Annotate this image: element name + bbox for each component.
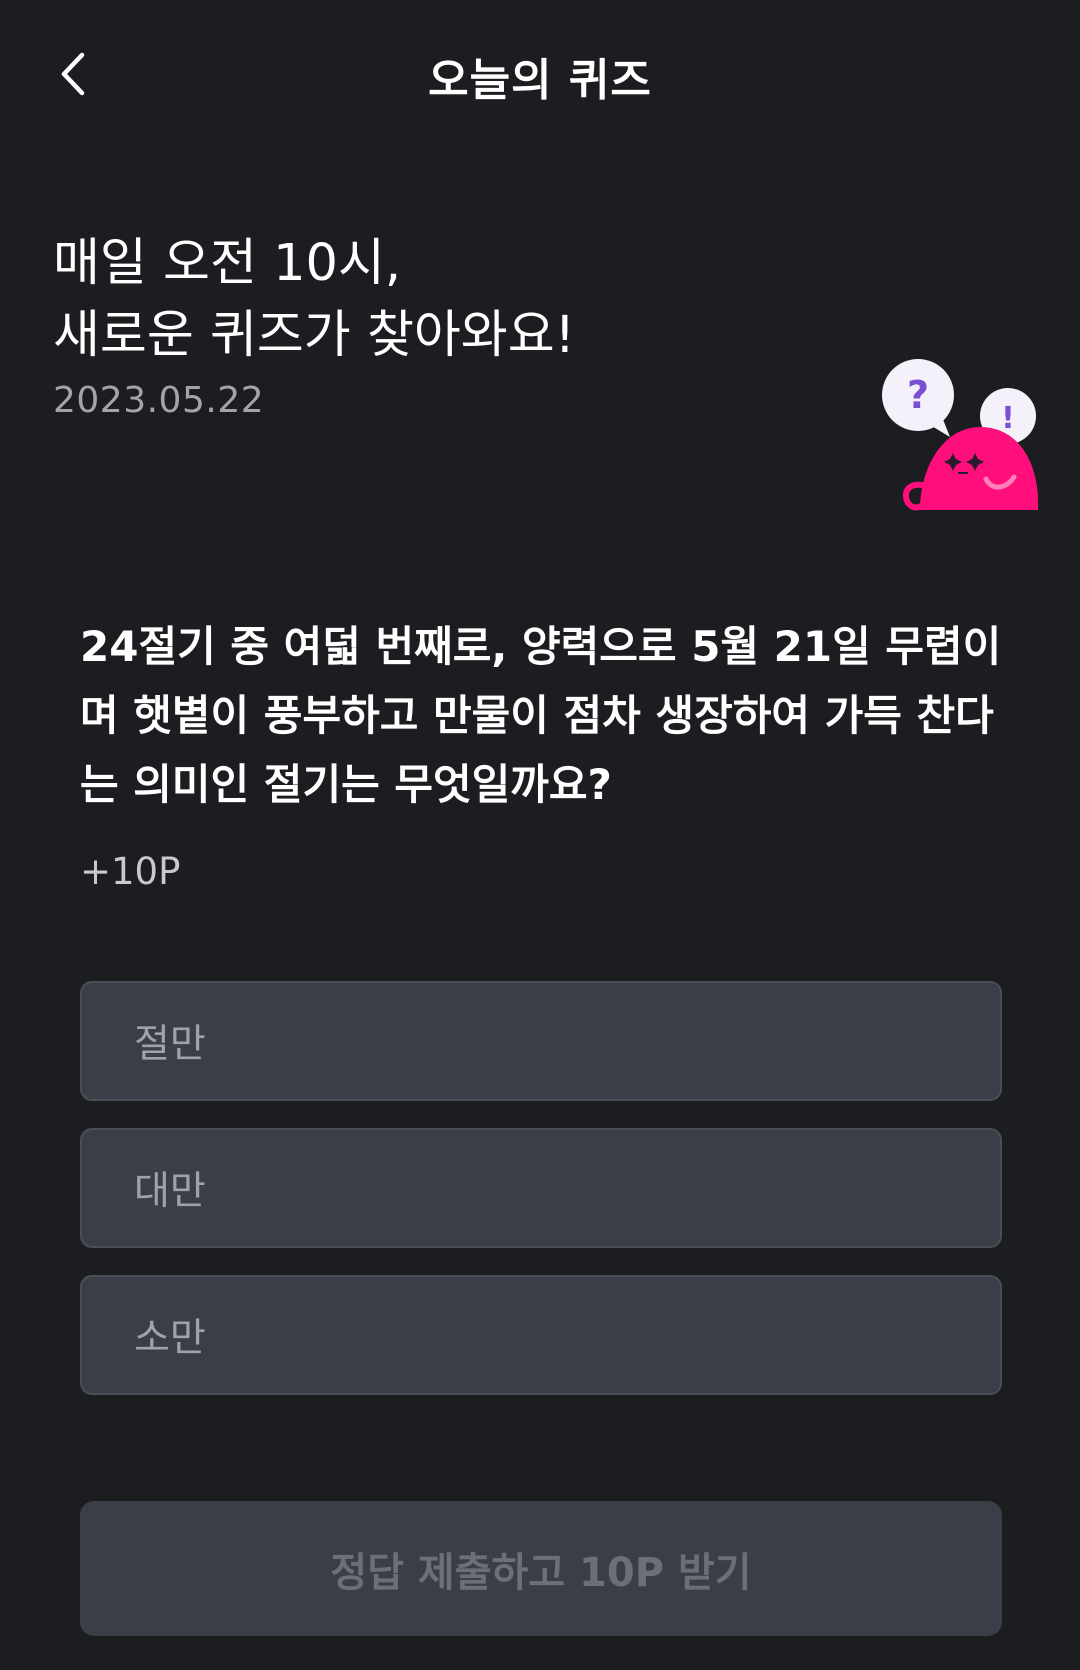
answer-options: 절만 대만 소만 xyxy=(80,981,1002,1422)
answer-option-3[interactable]: 소만 xyxy=(80,1275,1002,1395)
answer-option-2[interactable]: 대만 xyxy=(80,1128,1002,1248)
page-title: 오늘의 퀴즈 xyxy=(428,55,652,106)
submit-answer-button[interactable]: 정답 제출하고 10P 받기 xyxy=(80,1501,1002,1636)
answer-option-1[interactable]: 절만 xyxy=(80,981,1002,1101)
exclamation-mark-icon: ! xyxy=(1001,401,1015,436)
quiz-mascot-illustration: ? ! xyxy=(882,359,1039,511)
quiz-question: 24절기 중 여덟 번째로, 양력으로 5월 21일 무렵이며 햇볕이 풍부하고… xyxy=(80,622,1002,809)
question-mark-icon: ? xyxy=(907,373,929,417)
intro-title: 매일 오전 10시, 새로운 퀴즈가 찾아와요! xyxy=(53,234,576,365)
quiz-date: 2023.05.22 xyxy=(53,380,265,421)
quiz-screen: 오늘의 퀴즈 매일 오전 10시, 새로운 퀴즈가 찾아와요! 2023.05.… xyxy=(0,0,1080,1670)
answer-option-label: 소만 xyxy=(134,1316,206,1361)
header: 오늘의 퀴즈 xyxy=(0,0,1080,150)
reward-points: +10P xyxy=(80,850,181,893)
answer-option-label: 절만 xyxy=(134,1022,206,1067)
answer-option-label: 대만 xyxy=(134,1169,206,1214)
